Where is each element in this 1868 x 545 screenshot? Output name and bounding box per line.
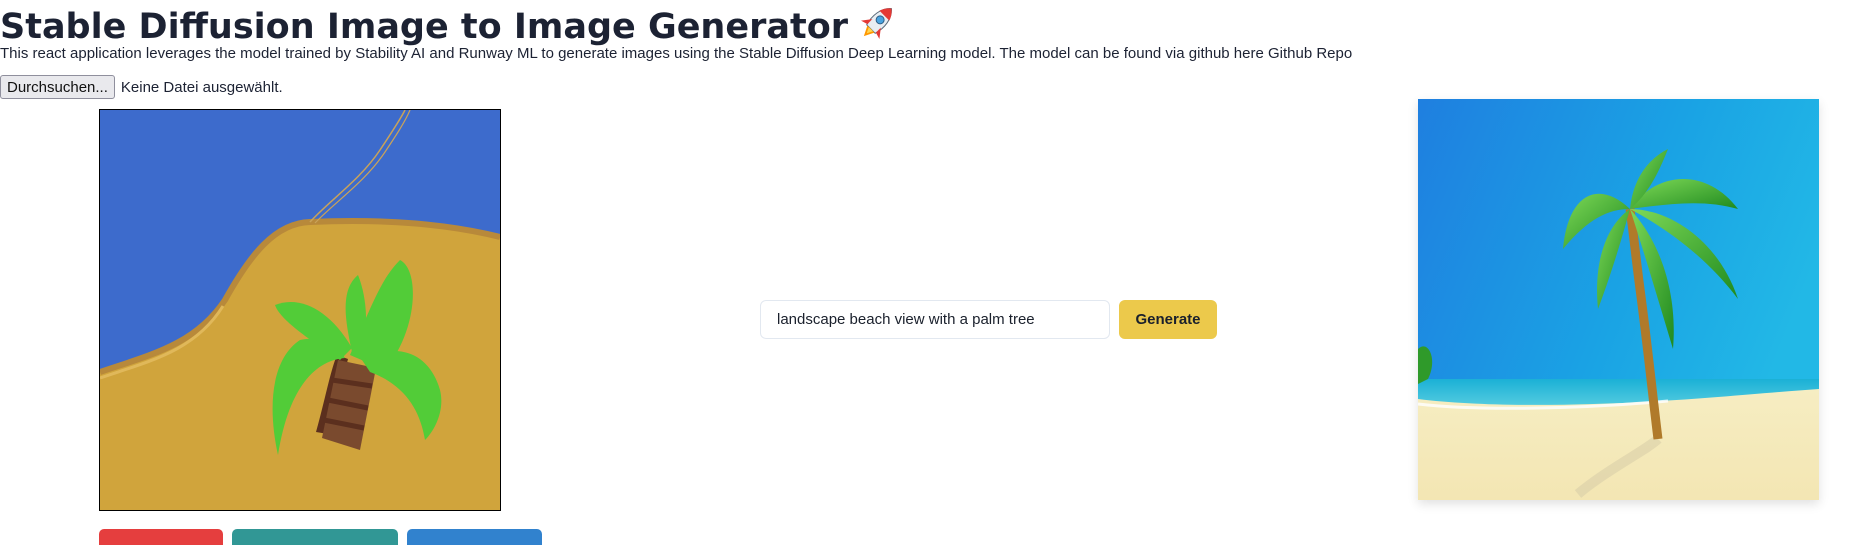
page-description: This react application leverages the mod…	[0, 45, 1353, 62]
prompt-input[interactable]	[760, 300, 1110, 339]
blue-button[interactable]	[407, 529, 542, 545]
generate-button[interactable]: Generate	[1119, 300, 1217, 339]
file-input[interactable]: Durchsuchen... Keine Datei ausgewählt.	[0, 75, 283, 99]
generated-image	[1418, 99, 1819, 500]
browse-button[interactable]: Durchsuchen...	[0, 75, 115, 99]
teal-button[interactable]	[232, 529, 398, 545]
sketch-canvas[interactable]	[99, 109, 501, 511]
red-button[interactable]	[99, 529, 223, 545]
file-status-text: Keine Datei ausgewählt.	[120, 78, 283, 96]
page-title-text: Stable Diffusion Image to Image Generato…	[0, 7, 848, 47]
page: Stable Diffusion Image to Image Generato…	[0, 0, 1868, 545]
